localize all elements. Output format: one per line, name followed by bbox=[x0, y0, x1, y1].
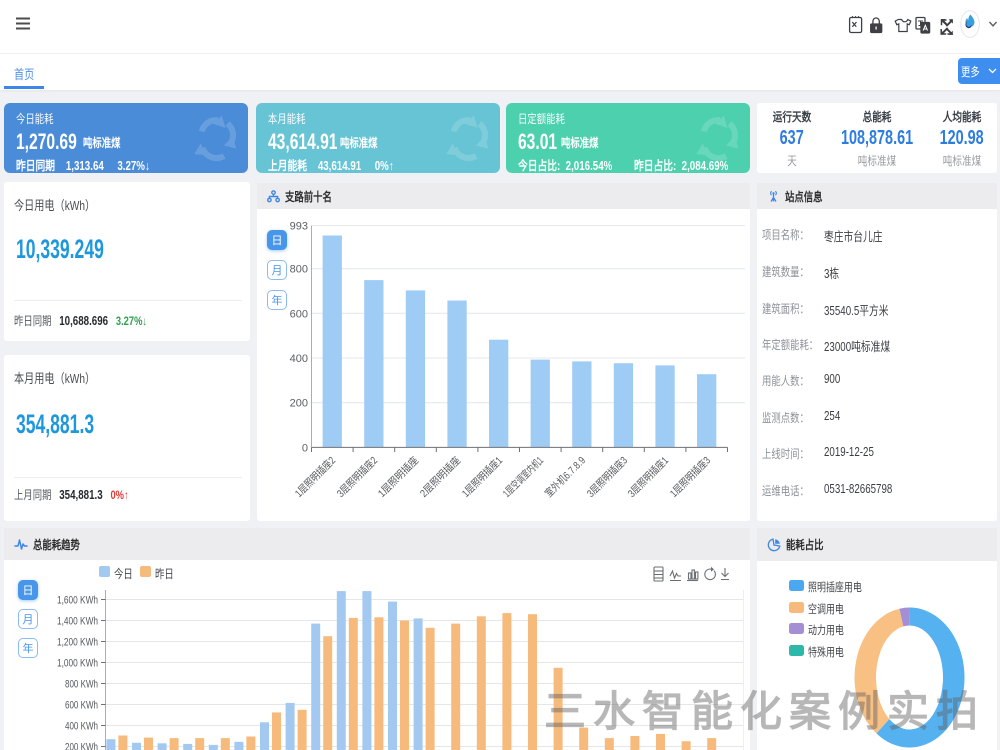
svg-text:600 KWh: 600 KWh bbox=[65, 700, 98, 712]
svg-text:200: 200 bbox=[290, 398, 308, 410]
svg-text:1层空调室内机1: 1层空调室内机1 bbox=[500, 454, 546, 500]
svg-text:0: 0 bbox=[302, 442, 308, 454]
svg-text:1,600 KWh: 1,600 KWh bbox=[57, 595, 98, 607]
svg-text:室外机6.7.8.9: 室外机6.7.8.9 bbox=[542, 454, 588, 500]
svg-text:1层照明插座3: 1层照明插座3 bbox=[667, 454, 713, 500]
svg-text:200 KWh: 200 KWh bbox=[65, 742, 98, 750]
svg-text:800: 800 bbox=[290, 264, 308, 276]
svg-text:1,200 KWh: 1,200 KWh bbox=[57, 637, 98, 649]
svg-text:2层照明插座: 2层照明插座 bbox=[417, 454, 463, 500]
svg-text:3层照明插座2: 3层照明插座2 bbox=[334, 454, 380, 500]
svg-text:3层照明插座3: 3层照明插座3 bbox=[584, 454, 630, 500]
svg-text:1,400 KWh: 1,400 KWh bbox=[57, 616, 98, 628]
svg-text:600: 600 bbox=[290, 308, 308, 320]
svg-text:1层照明插座: 1层照明插座 bbox=[375, 454, 421, 500]
svg-text:400 KWh: 400 KWh bbox=[65, 721, 98, 733]
svg-text:800 KWh: 800 KWh bbox=[65, 679, 98, 691]
svg-text:1层照明插座1: 1层照明插座1 bbox=[459, 454, 505, 500]
svg-text:993: 993 bbox=[290, 221, 308, 233]
svg-text:400: 400 bbox=[290, 353, 308, 365]
svg-text:1,000 KWh: 1,000 KWh bbox=[57, 658, 98, 670]
svg-text:3层照明插座1: 3层照明插座1 bbox=[625, 454, 671, 500]
svg-text:1层照明插座2: 1层照明插座2 bbox=[292, 454, 338, 500]
